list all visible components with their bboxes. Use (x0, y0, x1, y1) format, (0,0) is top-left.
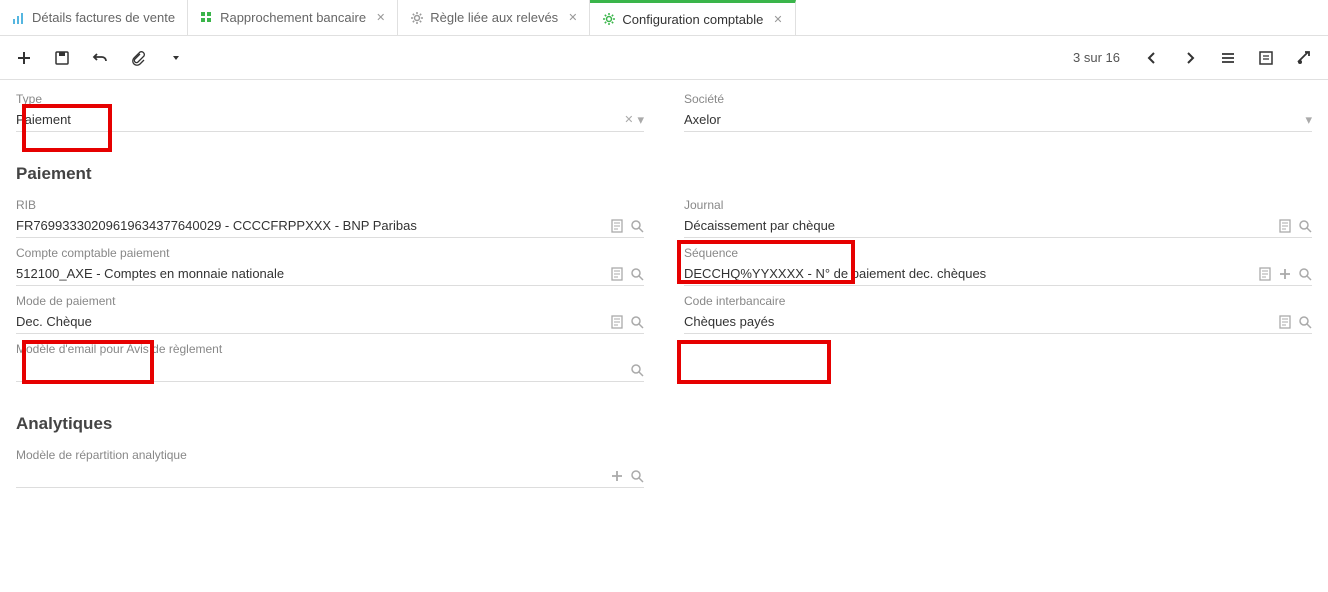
detail-icon[interactable] (610, 267, 624, 281)
pagination-info: 3 sur 16 (1073, 50, 1120, 65)
next-button[interactable] (1180, 48, 1200, 68)
field-sequence[interactable]: Séquence DECCHQ%YYXXXX - N° de paiement … (684, 246, 1312, 286)
form-content: Type Paiement ✕ ▾ Société Axelor ▾ (0, 80, 1328, 526)
prev-button[interactable] (1142, 48, 1162, 68)
field-societe[interactable]: Société Axelor ▾ (684, 92, 1312, 132)
field-value: Chèques payés (684, 314, 1278, 329)
field-value: FR76993330209619634377640029 - CCCCFRPPX… (16, 218, 610, 233)
detail-icon[interactable] (610, 219, 624, 233)
field-label: Mode de paiement (16, 294, 644, 308)
dropdown-caret-icon[interactable] (166, 48, 186, 68)
field-label: Modèle d'email pour Avis de règlement (16, 342, 644, 356)
attachment-button[interactable] (128, 48, 148, 68)
section-title-paiement: Paiement (16, 164, 1312, 184)
chevron-down-icon[interactable]: ▾ (637, 112, 644, 128)
detail-icon[interactable] (1258, 267, 1272, 281)
field-label: Modèle de répartition analytique (16, 448, 644, 462)
tab-label: Rapprochement bancaire (220, 10, 366, 25)
chevron-down-icon[interactable]: ▾ (1305, 112, 1312, 128)
settings-button[interactable] (1294, 48, 1314, 68)
add-button[interactable] (14, 48, 34, 68)
field-value: Paiement (16, 112, 624, 127)
detail-icon[interactable] (1278, 315, 1292, 329)
field-label: Société (684, 92, 1312, 106)
tab-label: Détails factures de vente (32, 10, 175, 25)
detail-icon[interactable] (1278, 219, 1292, 233)
field-value: Décaissement par chèque (684, 218, 1278, 233)
form-view-button[interactable] (1256, 48, 1276, 68)
field-label: RIB (16, 198, 644, 212)
add-icon[interactable] (610, 469, 624, 483)
field-value: 512100_AXE - Comptes en monnaie national… (16, 266, 610, 281)
save-button[interactable] (52, 48, 72, 68)
tab-details-factures[interactable]: Détails factures de vente (0, 0, 188, 35)
field-value: Dec. Chèque (16, 314, 610, 329)
add-icon[interactable] (1278, 267, 1292, 281)
close-icon[interactable]: ✕ (568, 11, 577, 24)
field-label: Type (16, 92, 644, 106)
field-code-interbancaire[interactable]: Code interbancaire Chèques payés (684, 294, 1312, 334)
field-label: Compte comptable paiement (16, 246, 644, 260)
search-icon[interactable] (1298, 315, 1312, 329)
field-value: Axelor (684, 112, 1305, 127)
field-label: Journal (684, 198, 1312, 212)
search-icon[interactable] (1298, 219, 1312, 233)
tab-label: Règle liée aux relevés (430, 10, 558, 25)
gear-icon (410, 11, 424, 25)
field-value: DECCHQ%YYXXXX - N° de paiement dec. chèq… (684, 266, 1258, 281)
search-icon[interactable] (630, 363, 644, 377)
tab-label: Configuration comptable (622, 12, 763, 27)
tab-configuration[interactable]: Configuration comptable ✕ (590, 0, 795, 35)
chart-icon (12, 11, 26, 25)
grid-icon (200, 11, 214, 25)
search-icon[interactable] (630, 469, 644, 483)
tab-regle[interactable]: Règle liée aux relevés ✕ (398, 0, 590, 35)
field-rib[interactable]: RIB FR76993330209619634377640029 - CCCCF… (16, 198, 644, 238)
tab-rapprochement[interactable]: Rapprochement bancaire ✕ (188, 0, 398, 35)
toolbar: 3 sur 16 (0, 36, 1328, 80)
close-icon[interactable]: ✕ (773, 13, 782, 26)
tab-bar: Détails factures de vente Rapprochement … (0, 0, 1328, 36)
section-title-analytiques: Analytiques (16, 414, 1312, 434)
field-type[interactable]: Type Paiement ✕ ▾ (16, 92, 644, 132)
gear-icon (602, 12, 616, 26)
field-label: Séquence (684, 246, 1312, 260)
field-modele-email[interactable]: Modèle d'email pour Avis de règlement (16, 342, 644, 382)
search-icon[interactable] (1298, 267, 1312, 281)
undo-button[interactable] (90, 48, 110, 68)
clear-icon[interactable]: ✕ (624, 113, 633, 126)
field-journal[interactable]: Journal Décaissement par chèque (684, 198, 1312, 238)
field-compte[interactable]: Compte comptable paiement 512100_AXE - C… (16, 246, 644, 286)
field-label: Code interbancaire (684, 294, 1312, 308)
list-view-button[interactable] (1218, 48, 1238, 68)
field-mode-paiement[interactable]: Mode de paiement Dec. Chèque (16, 294, 644, 334)
close-icon[interactable]: ✕ (376, 11, 385, 24)
search-icon[interactable] (630, 315, 644, 329)
search-icon[interactable] (630, 219, 644, 233)
search-icon[interactable] (630, 267, 644, 281)
detail-icon[interactable] (610, 315, 624, 329)
field-modele-repartition[interactable]: Modèle de répartition analytique (16, 448, 644, 488)
